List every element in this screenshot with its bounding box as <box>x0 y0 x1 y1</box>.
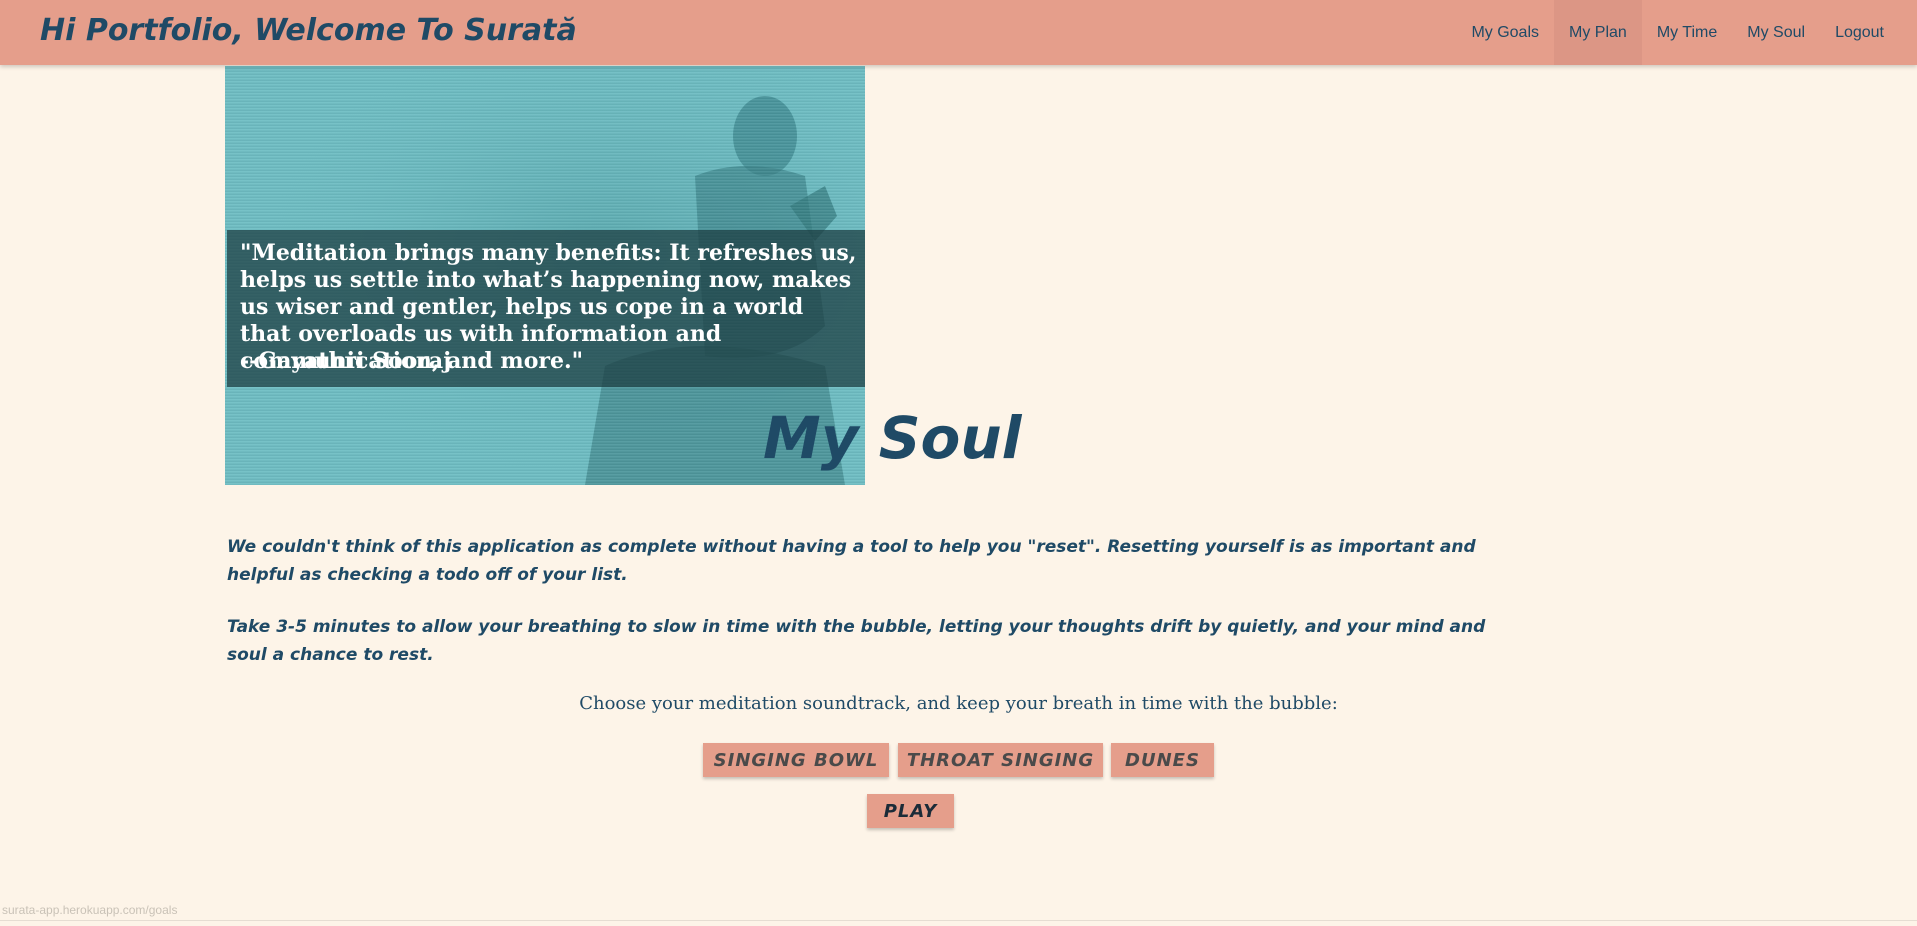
nav-links: My Goals My Plan My Time My Soul Logout <box>1456 0 1899 65</box>
quote-author: --Gayathri Sooraj <box>240 348 452 374</box>
page-title: My Soul <box>763 404 1022 472</box>
quote-box: "Meditation brings many benefits: It ref… <box>227 230 865 387</box>
throat-singing-button[interactable]: THROAT SINGING <box>898 743 1103 777</box>
status-bar-url: surata-app.herokuapp.com/goals <box>2 903 178 917</box>
singing-bowl-button[interactable]: SINGING BOWL <box>703 743 889 777</box>
dunes-button[interactable]: DUNES <box>1111 743 1214 777</box>
soundtrack-prompt: Choose your meditation soundtrack, and k… <box>579 693 1338 714</box>
nav-logout[interactable]: Logout <box>1820 0 1899 65</box>
welcome-brand[interactable]: Hi Portfolio, Welcome To Surată <box>40 10 577 52</box>
nav-my-goals[interactable]: My Goals <box>1456 0 1554 65</box>
intro-paragraph: We couldn't think of this application as… <box>227 537 1476 585</box>
bottom-divider <box>0 920 1917 921</box>
nav-my-time[interactable]: My Time <box>1642 0 1732 65</box>
instructions-paragraph: Take 3-5 minutes to allow your breathing… <box>227 617 1486 665</box>
top-navbar: Hi Portfolio, Welcome To Surată My Goals… <box>0 0 1917 65</box>
nav-my-soul[interactable]: My Soul <box>1732 0 1820 65</box>
nav-my-plan[interactable]: My Plan <box>1554 0 1642 65</box>
play-button[interactable]: PLAY <box>867 794 954 828</box>
